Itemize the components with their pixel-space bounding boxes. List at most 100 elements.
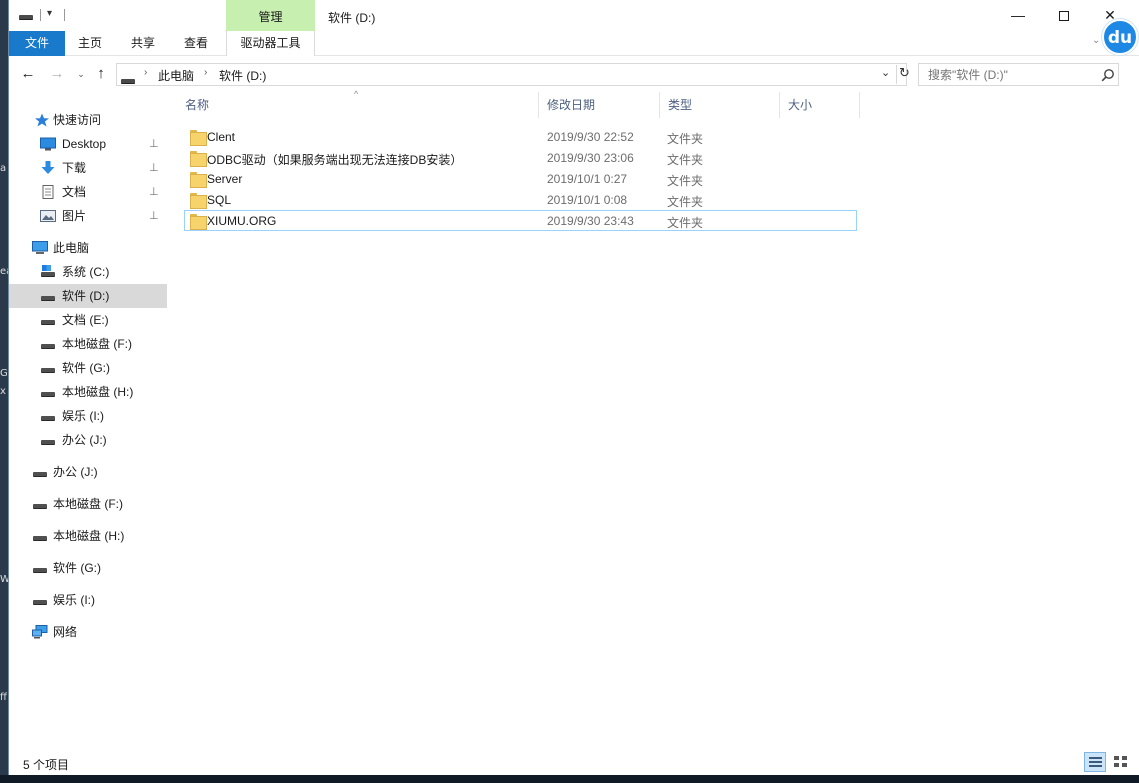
baidu-badge-icon[interactable]: du	[1102, 19, 1138, 55]
sidebar-item-label: 本地磁盘 (H:)	[53, 529, 125, 543]
address-bar[interactable]: › 此电脑 › 软件 (D:) ⌄ ↻	[116, 63, 910, 87]
sidebar-item-label: 网络	[53, 625, 78, 639]
pin-icon[interactable]: ⊥	[149, 204, 159, 228]
breadcrumb-separator[interactable]: ›	[144, 67, 147, 78]
drive-icon[interactable]	[19, 9, 33, 23]
pin-icon[interactable]: ⊥	[149, 156, 159, 180]
large-icons-view-button[interactable]	[1110, 752, 1132, 772]
column-header-size[interactable]: 大小	[780, 92, 860, 118]
drive-icon	[40, 313, 56, 327]
file-row[interactable]: Server 2019/10/1 0:27 文件夹	[184, 168, 857, 189]
tab-drive-tools[interactable]: 驱动器工具	[226, 31, 315, 56]
taskbar	[0, 775, 1139, 783]
refresh-icon[interactable]: ↻	[896, 65, 910, 84]
sidebar-item-drive-g[interactable]: 软件 (G:)	[9, 356, 167, 380]
drive-icon	[32, 497, 48, 511]
window-title: 软件 (D:)	[328, 11, 376, 25]
sidebar-item-this-pc[interactable]: 此电脑	[9, 236, 167, 260]
folder-icon	[190, 193, 207, 209]
minimize-button[interactable]: —	[995, 0, 1041, 30]
sidebar-item-quick-access[interactable]: 快速访问	[9, 108, 167, 132]
star-icon	[35, 113, 49, 127]
file-modified: 2019/10/1 0:08	[547, 193, 628, 207]
system-drive-icon	[40, 265, 56, 279]
customize-quick-access-icon[interactable]: ▾	[47, 8, 52, 19]
pin-icon[interactable]: ⊥	[149, 132, 159, 156]
file-type: 文件夹	[667, 195, 704, 209]
sidebar-item-drive-d[interactable]: 软件 (D:)	[9, 284, 167, 308]
maximize-button[interactable]	[1041, 0, 1087, 30]
up-button[interactable]: ↑	[91, 64, 111, 84]
column-header-name[interactable]: 名称	[177, 92, 539, 118]
sidebar-item-label: 软件 (G:)	[62, 361, 110, 375]
sidebar-item-pictures[interactable]: 图片 ⊥	[9, 204, 167, 228]
drive-icon	[32, 593, 48, 607]
file-row[interactable]: Clent 2019/9/30 22:52 文件夹	[184, 126, 857, 147]
recent-locations-icon[interactable]: ⌄	[71, 64, 91, 84]
toolbar-divider	[64, 9, 65, 21]
drive-icon	[40, 289, 56, 303]
sidebar-item-desktop[interactable]: Desktop ⊥	[9, 132, 167, 156]
drive-icon	[32, 561, 48, 575]
column-header-type[interactable]: 类型	[660, 92, 780, 118]
navigation-pane: 快速访问 Desktop ⊥ 下载 ⊥ 文档 ⊥ 图片 ⊥ 此电脑 系统 (C:…	[9, 91, 167, 741]
drive-icon	[40, 361, 56, 375]
drive-icon	[121, 73, 135, 87]
details-view-icon	[1089, 757, 1102, 768]
sidebar-item-drive-c[interactable]: 系统 (C:)	[9, 260, 167, 284]
file-modified: 2019/9/30 22:52	[547, 130, 634, 144]
drive-icon	[40, 337, 56, 351]
tab-view[interactable]: 查看	[173, 31, 219, 56]
file-row[interactable]: ODBC驱动（如果服务端出现无法连接DB安装） 2019/9/30 23:06 …	[184, 147, 857, 168]
column-header-modified[interactable]: 修改日期	[539, 92, 660, 118]
drive-icon	[32, 465, 48, 479]
details-view-button[interactable]	[1084, 752, 1106, 772]
file-modified: 2019/10/1 0:27	[547, 172, 628, 186]
desktop-icon	[40, 137, 56, 151]
sidebar-item-drive-f-root[interactable]: 本地磁盘 (F:)	[9, 492, 167, 516]
search-icon[interactable]	[1101, 68, 1115, 82]
sidebar-item-documents[interactable]: 文档 ⊥	[9, 180, 167, 204]
tab-manage-contextual[interactable]: 管理	[226, 0, 315, 31]
breadcrumb-current-drive[interactable]: 软件 (D:)	[219, 67, 266, 84]
forward-button[interactable]: →	[47, 64, 67, 84]
search-input[interactable]	[919, 64, 1095, 85]
breadcrumb-this-pc[interactable]: 此电脑	[158, 67, 194, 84]
file-name: XIUMU.ORG	[207, 214, 277, 228]
title-bar: ▾ 管理 软件 (D:) — ✕	[9, 0, 1139, 31]
file-name: ODBC驱动（如果服务端出现无法连接DB安装）	[207, 153, 463, 167]
file-modified: 2019/9/30 23:06	[547, 151, 634, 165]
sidebar-item-drive-h[interactable]: 本地磁盘 (H:)	[9, 380, 167, 404]
status-bar: 5 个项目	[9, 749, 1139, 775]
file-row[interactable]: XIUMU.ORG 2019/9/30 23:43 文件夹	[184, 210, 857, 231]
sidebar-item-network[interactable]: 网络	[9, 620, 167, 644]
expand-ribbon-icon[interactable]: ⌄	[1092, 35, 1100, 46]
tab-home[interactable]: 主页	[67, 31, 113, 56]
drive-icon	[40, 409, 56, 423]
sidebar-item-label: 下载	[62, 161, 87, 175]
network-icon	[32, 625, 48, 639]
address-dropdown-icon[interactable]: ⌄	[881, 66, 890, 79]
pin-icon[interactable]: ⊥	[149, 180, 159, 204]
large-icons-view-icon	[1114, 756, 1127, 767]
sidebar-item-drive-i-root[interactable]: 娱乐 (I:)	[9, 588, 167, 612]
sidebar-item-drive-h-root[interactable]: 本地磁盘 (H:)	[9, 524, 167, 548]
file-type: 文件夹	[667, 174, 704, 188]
sidebar-item-drive-j[interactable]: 办公 (J:)	[9, 428, 167, 452]
sidebar-item-drive-g-root[interactable]: 软件 (G:)	[9, 556, 167, 580]
sidebar-item-drive-j-root[interactable]: 办公 (J:)	[9, 460, 167, 484]
breadcrumb-separator[interactable]: ›	[204, 67, 207, 78]
sidebar-item-downloads[interactable]: 下载 ⊥	[9, 156, 167, 180]
folder-icon	[190, 151, 207, 167]
drive-icon	[32, 529, 48, 543]
sidebar-item-drive-e[interactable]: 文档 (E:)	[9, 308, 167, 332]
search-box[interactable]	[918, 63, 1119, 86]
sidebar-item-drive-f[interactable]: 本地磁盘 (F:)	[9, 332, 167, 356]
tab-file[interactable]: 文件	[9, 31, 65, 56]
sidebar-item-drive-i[interactable]: 娱乐 (I:)	[9, 404, 167, 428]
back-button[interactable]: ←	[18, 64, 38, 84]
folder-icon	[190, 172, 207, 188]
file-row[interactable]: SQL 2019/10/1 0:08 文件夹	[184, 189, 857, 210]
sidebar-item-label: 娱乐 (I:)	[53, 593, 95, 607]
tab-share[interactable]: 共享	[120, 31, 166, 56]
